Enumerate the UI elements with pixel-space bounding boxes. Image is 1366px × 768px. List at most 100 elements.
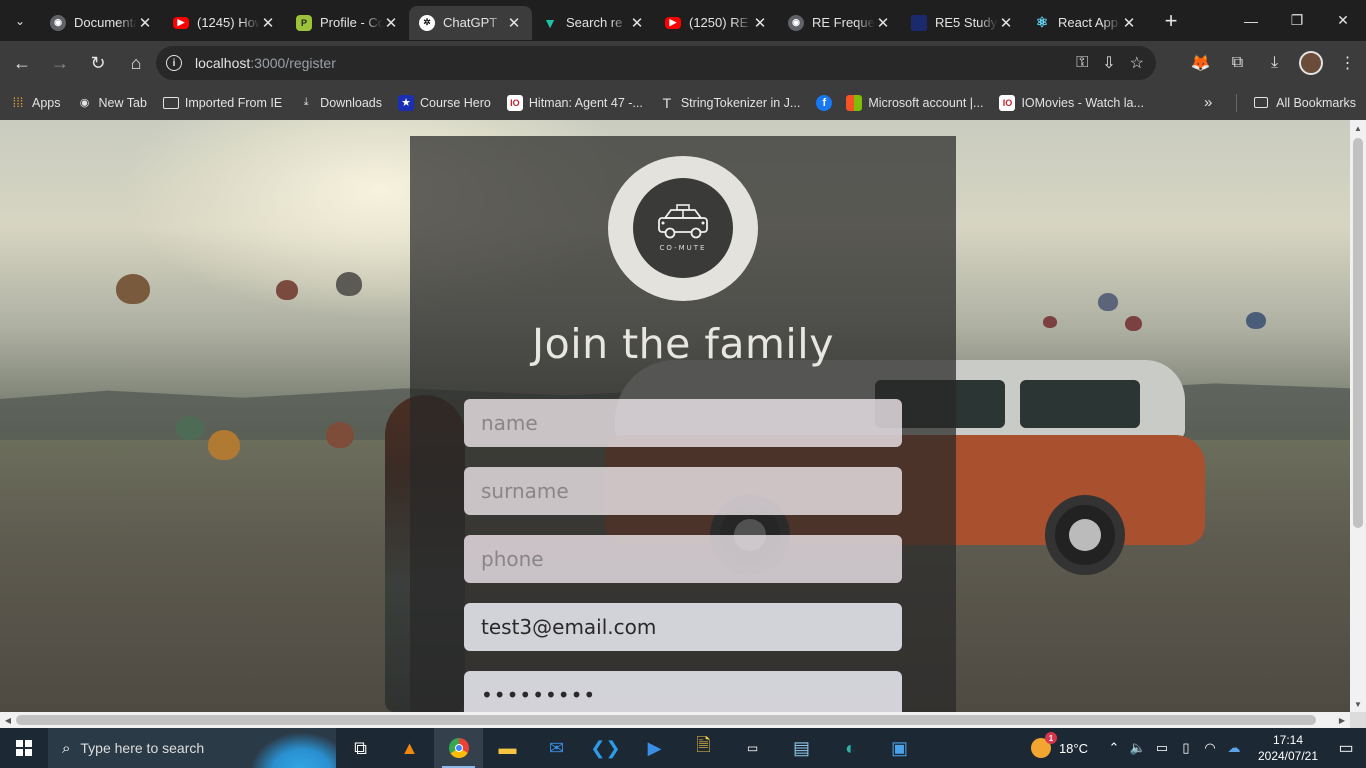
chrome-icon[interactable]: [434, 728, 483, 768]
bookmark-iomovies[interactable]: IO IOMovies - Watch la...: [999, 94, 1144, 111]
tab-profile[interactable]: P Profile - Co ✕: [286, 6, 409, 40]
terminal-icon[interactable]: ▭: [728, 728, 777, 768]
bookmark-imported-from-ie[interactable]: Imported From IE: [162, 96, 282, 110]
scroll-left-arrow-icon[interactable]: ◀: [0, 712, 16, 728]
minimize-icon[interactable]: —: [1228, 0, 1274, 41]
vertical-scroll-thumb[interactable]: [1353, 138, 1363, 528]
url-text[interactable]: localhost:3000/register: [195, 55, 336, 71]
menu-kebab-icon[interactable]: ⋮: [1329, 53, 1366, 73]
tab-youtube-1[interactable]: ▶ (1245) How to ✕: [163, 6, 286, 40]
task-view-icon[interactable]: ⧉: [336, 728, 385, 768]
taskbar-search[interactable]: ⌕ Type here to search: [48, 728, 336, 768]
install-app-icon[interactable]: ⇩: [1102, 53, 1115, 73]
download-icon[interactable]: ⤓: [1256, 54, 1293, 72]
close-icon[interactable]: ✕: [752, 14, 768, 32]
close-icon[interactable]: ✕: [875, 14, 891, 32]
notifications-icon[interactable]: ▭: [1326, 738, 1366, 758]
tab-youtube-2[interactable]: ▶ (1250) RE ✕: [655, 6, 778, 40]
chevron-up-icon[interactable]: ⌃: [1102, 740, 1126, 756]
url-path: :3000/register: [250, 55, 336, 71]
bookmark-facebook[interactable]: f: [816, 94, 833, 111]
profile-avatar[interactable]: [1299, 51, 1323, 75]
bookmark-microsoft[interactable]: Microsoft account |...: [846, 94, 984, 111]
tab-documentation[interactable]: ◉ Documentation ✕: [40, 6, 163, 40]
tab-re-freque[interactable]: ◉ RE Freque ✕: [778, 6, 901, 40]
edge-icon[interactable]: ◐: [826, 728, 875, 768]
volume-icon[interactable]: 🔈: [1126, 740, 1150, 756]
email-input[interactable]: [464, 603, 902, 651]
metamask-icon[interactable]: 🦊: [1182, 53, 1219, 73]
phone-input[interactable]: [464, 535, 902, 583]
battery-icon[interactable]: ▯: [1174, 740, 1198, 756]
back-arrow-icon[interactable]: ←: [4, 45, 40, 81]
bookmark-downloads[interactable]: ⤓ Downloads: [298, 95, 382, 111]
balloon-decoration: [1043, 316, 1057, 328]
display-icon[interactable]: ▭: [1150, 740, 1174, 756]
vertical-scrollbar[interactable]: ▲ ▼: [1350, 120, 1366, 712]
bookmark-stringtokenizer[interactable]: T StringTokenizer in J...: [659, 95, 801, 111]
extensions-puzzle-icon[interactable]: ⧉: [1219, 54, 1256, 72]
bookmark-apps[interactable]: ⁞⁞⁞ Apps: [10, 95, 61, 111]
bookmark-hitman[interactable]: IO Hitman: Agent 47 -...: [506, 94, 643, 111]
bookmark-star-icon[interactable]: ☆: [1130, 53, 1144, 73]
chevron-right-double-icon[interactable]: »: [1204, 85, 1212, 120]
close-icon[interactable]: ✕: [1121, 14, 1137, 32]
notepad-icon[interactable]: ▤: [777, 728, 826, 768]
tab-chatgpt[interactable]: ✲ ChatGPT ✕: [409, 5, 532, 40]
scroll-down-arrow-icon[interactable]: ▼: [1350, 696, 1366, 712]
address-bar[interactable]: i localhost:3000/register ⚿ ⇩ ☆: [156, 46, 1156, 80]
close-window-icon[interactable]: ✕: [1320, 0, 1366, 41]
file-explorer-icon[interactable]: ▬: [483, 728, 532, 768]
bookmark-course-hero[interactable]: ★ Course Hero: [398, 94, 491, 111]
start-button[interactable]: [0, 728, 48, 768]
new-tab-plus-icon[interactable]: +: [1153, 8, 1189, 34]
tab-title: React App: [1058, 15, 1118, 30]
globe-icon: ◉: [50, 14, 66, 31]
python-icon[interactable]: 🗎: [679, 728, 728, 768]
bookmark-label: StringTokenizer in J...: [680, 95, 801, 110]
balloon-decoration: [1125, 316, 1142, 331]
close-icon[interactable]: ✕: [629, 14, 645, 32]
close-icon[interactable]: ✕: [260, 14, 276, 32]
close-icon[interactable]: ✕: [383, 14, 399, 32]
tab-search[interactable]: ▼ Search re ✕: [532, 6, 655, 40]
key-icon[interactable]: ⚿: [1076, 54, 1088, 72]
square-icon: [911, 14, 927, 31]
restore-icon[interactable]: ❐: [1274, 0, 1320, 41]
wifi-icon[interactable]: ◠: [1198, 740, 1222, 756]
tab-react-app[interactable]: ⚛ React App ✕: [1024, 6, 1147, 40]
tab-search-chevron-icon[interactable]: ⌄: [0, 0, 40, 41]
mail-icon[interactable]: ✉: [532, 728, 581, 768]
horizontal-scrollbar[interactable]: ◀ ▶: [0, 712, 1350, 728]
all-bookmarks[interactable]: All Bookmarks: [1254, 85, 1356, 120]
vlc-icon[interactable]: ▲: [385, 728, 434, 768]
close-icon[interactable]: ✕: [506, 14, 522, 32]
media-player-icon[interactable]: ▶: [630, 728, 679, 768]
folder-icon: [1254, 97, 1269, 108]
tab-re5-study[interactable]: RE5 Study ✕: [901, 6, 1024, 40]
weather-widget[interactable]: 1 18°C: [1030, 732, 1088, 758]
scroll-right-arrow-icon[interactable]: ▶: [1334, 712, 1350, 728]
bookmarks-bar: ⁞⁞⁞ Apps ◉ New Tab Imported From IE ⤓ Do…: [0, 85, 1366, 120]
clock[interactable]: 17:14 2024/07/21: [1250, 732, 1326, 764]
balloon-decoration: [336, 272, 362, 296]
password-input[interactable]: [464, 671, 902, 712]
home-icon[interactable]: ⌂: [118, 45, 154, 81]
site-info-icon[interactable]: i: [166, 55, 182, 71]
bookmark-new-tab[interactable]: ◉ New Tab: [77, 95, 147, 111]
close-icon[interactable]: ✕: [998, 14, 1014, 32]
surname-input[interactable]: [464, 467, 902, 515]
scroll-up-arrow-icon[interactable]: ▲: [1350, 120, 1366, 136]
forward-arrow-icon[interactable]: →: [42, 45, 78, 81]
onedrive-icon[interactable]: ☁: [1222, 740, 1246, 756]
name-input[interactable]: [464, 399, 902, 447]
reload-icon[interactable]: ↻: [80, 45, 116, 81]
apps-grid-icon: ⁞⁞⁞: [12, 95, 24, 110]
bookmark-label: Microsoft account |...: [868, 95, 984, 110]
close-icon[interactable]: ✕: [137, 14, 153, 32]
photos-icon[interactable]: ▣: [875, 728, 924, 768]
toolbar-right: 🦊 ⧉ ⤓ ⋮: [1182, 41, 1366, 85]
windows-taskbar: ⌕ Type here to search ⧉ ▲ ▬ ✉ ❮❯ ▶ 🗎 ▭ ▤…: [0, 728, 1366, 768]
vscode-icon[interactable]: ❮❯: [581, 728, 630, 768]
horizontal-scroll-thumb[interactable]: [16, 715, 1316, 725]
